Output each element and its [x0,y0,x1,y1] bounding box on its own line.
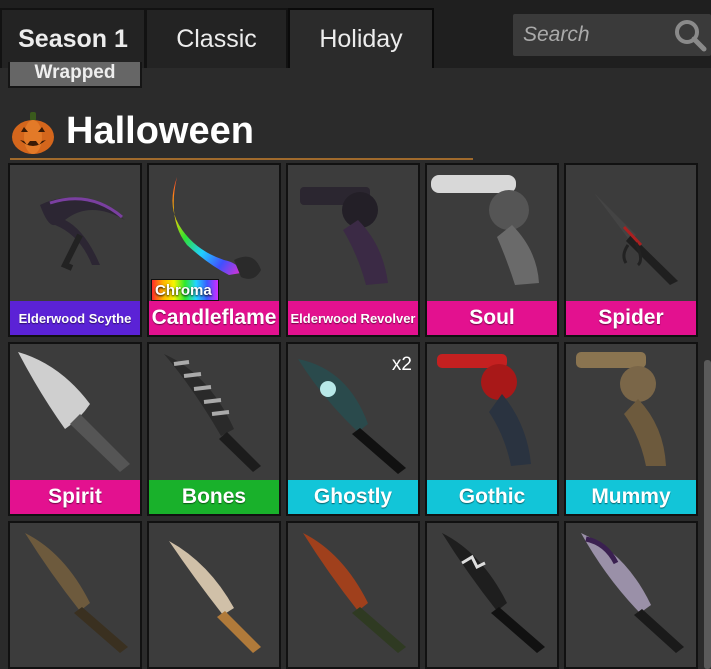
search-box[interactable] [513,14,711,56]
item-card[interactable]: Mummy [564,342,698,516]
chroma-badge: Chroma [151,279,219,301]
section-divider [10,158,473,160]
bat-knife-icon [442,533,545,653]
pumpkin-icon [12,112,54,154]
item-card[interactable]: Gothic [425,342,559,516]
tab-classic[interactable]: Classic [145,8,288,68]
item-card[interactable]: Chroma Candleflame [147,163,281,337]
spirit-knife-icon [18,352,130,472]
wrapped-label: Wrapped [34,62,116,83]
item-card[interactable] [8,521,142,669]
scrollbar[interactable] [704,360,711,669]
soul-revolver-icon [431,175,539,285]
item-card[interactable] [147,521,281,669]
item-label: Ghostly [288,480,418,514]
item-card[interactable]: Elderwood Scythe [8,163,142,337]
shadow-knife-icon [581,533,684,653]
item-label: Soul [427,301,557,335]
bones-knife-icon [164,354,261,472]
item-label: Candleflame [149,301,279,335]
item-label: Spirit [10,480,140,514]
wrapped-button[interactable]: Wrapped [8,62,142,88]
item-card[interactable]: Soul [425,163,559,337]
item-card[interactable]: Elderwood Revolver [286,163,420,337]
search-icon[interactable] [673,18,707,52]
mummy-knife-icon [25,533,128,653]
gothic-revolver-icon [437,354,531,466]
tab-season-1[interactable]: Season 1 [0,8,146,68]
item-card[interactable] [286,521,420,669]
bowie-knife-icon [169,541,261,653]
item-label: Spider [566,301,696,335]
item-label: Elderwood Scythe [10,301,140,335]
item-card[interactable] [425,521,559,669]
item-card[interactable] [564,521,698,669]
tab-holiday[interactable]: Holiday [288,8,434,68]
search-input[interactable] [513,14,673,56]
item-card[interactable]: x2 Ghostly [286,342,420,516]
item-card[interactable]: Bones [147,342,281,516]
scythe-icon [40,197,125,271]
item-label: Gothic [427,480,557,514]
item-card[interactable]: Spider [564,163,698,337]
pumpkin-knife-icon [303,533,406,653]
tab-bar: Season 1 Classic Holiday [0,0,711,68]
item-count: x2 [391,354,412,375]
item-label: Bones [149,480,279,514]
item-card[interactable]: Spirit [8,342,142,516]
spider-knife-icon [594,193,678,285]
item-label: Elderwood Revolver [288,301,418,335]
revolver-icon [300,187,388,285]
section-title: Halloween [66,110,254,152]
mummy-revolver-icon [576,352,666,466]
item-label: Mummy [566,480,696,514]
